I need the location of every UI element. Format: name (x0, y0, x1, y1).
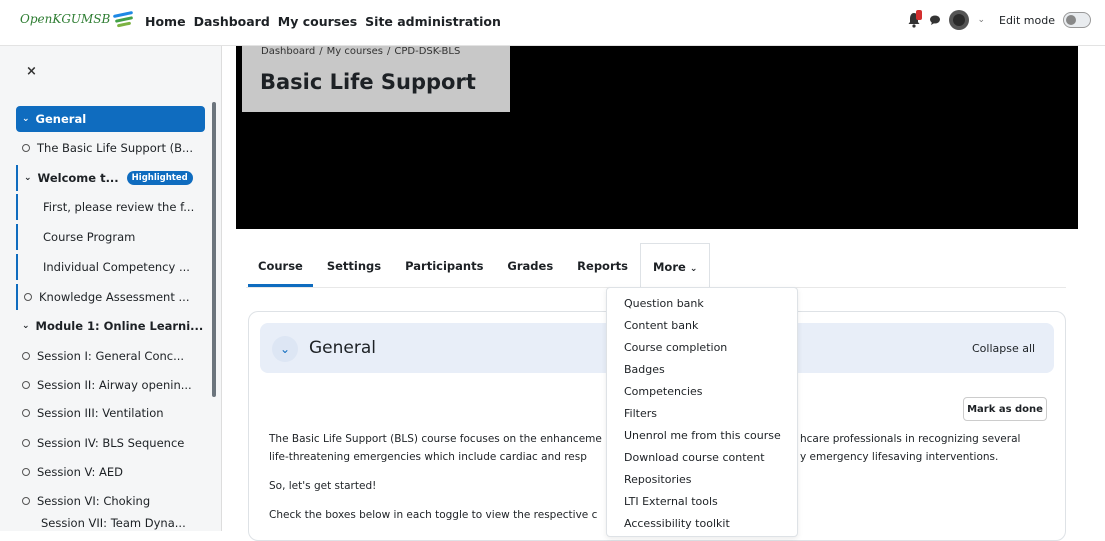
index-activity-label: Session I: General Conc... (37, 349, 185, 363)
user-avatar[interactable] (949, 10, 970, 30)
index-activity-course-program[interactable]: Course Program (16, 224, 205, 250)
nav-dashboard[interactable]: Dashboard (194, 14, 270, 29)
index-activity-knowledge-assessment[interactable]: Knowledge Assessment ... (16, 284, 205, 310)
brand-name: OpenKGUMSB (20, 12, 111, 26)
index-activity-session-4[interactable]: Session IV: BLS Sequence (16, 430, 205, 456)
index-section-welcome[interactable]: ⌄ Welcome t... Highlighted (16, 165, 205, 191)
primary-nav: Home Dashboard My courses Site administr… (145, 14, 501, 29)
index-activity-label: Session V: AED (37, 465, 123, 479)
breadcrumb: Dashboard / My courses / CPD-DSK-BLS (261, 46, 460, 57)
index-activity-session-5[interactable]: Session V: AED (16, 459, 205, 485)
menu-item-lti-external-tools[interactable]: LTI External tools (624, 495, 718, 508)
index-activity-bls-intro[interactable]: The Basic Life Support (B... (16, 135, 205, 161)
mark-as-done-button[interactable]: Mark as done (963, 397, 1047, 421)
index-activity-session-6[interactable]: Session VI: Choking (16, 488, 205, 514)
menu-item-question-bank[interactable]: Question bank (624, 297, 704, 310)
completion-circle-icon (22, 381, 30, 389)
index-activity-session-7[interactable]: Session VII: Team Dyna... (16, 516, 205, 531)
tab-more-label: More (652, 260, 686, 274)
index-activity-label: Course Program (43, 230, 136, 244)
menu-item-accessibility-toolkit[interactable]: Accessibility toolkit (624, 517, 730, 530)
nav-my-courses[interactable]: My courses (278, 14, 357, 29)
index-section-label: Welcome t... (37, 171, 119, 185)
index-activity-label: Session III: Ventilation (37, 406, 164, 420)
index-section-label: General (35, 112, 87, 126)
nav-site-administration[interactable]: Site administration (365, 14, 501, 29)
site-logo[interactable]: OpenKGUMSB (20, 10, 135, 28)
menu-item-download-content[interactable]: Download course content (624, 451, 765, 464)
chevron-down-icon: ⌄ (22, 114, 30, 124)
completion-circle-icon (24, 293, 32, 301)
index-section-label: Module 1: Online Learni... (35, 319, 204, 333)
index-activity-session-1[interactable]: Session I: General Conc... (16, 343, 205, 369)
section-summary-text: So, let's get started! (269, 480, 377, 492)
index-activity-label: Session II: Airway openin... (37, 378, 192, 392)
page-title: Basic Life Support (260, 70, 476, 94)
highlighted-badge: Highlighted (126, 171, 193, 185)
menu-item-repositories[interactable]: Repositories (624, 473, 692, 486)
collapse-all-link[interactable]: Collapse all (972, 342, 1035, 355)
tab-grades[interactable]: Grades (495, 243, 565, 287)
menu-item-content-bank[interactable]: Content bank (624, 319, 698, 332)
index-activity-label: Session VI: Choking (37, 494, 151, 508)
menu-item-filters[interactable]: Filters (624, 407, 657, 420)
index-activity-label: Session VII: Team Dyna... (41, 516, 186, 530)
section-summary-text: The Basic Life Support (BLS) course focu… (269, 433, 602, 445)
index-activity-label: Session IV: BLS Sequence (37, 436, 185, 450)
section-collapse-chevron-icon[interactable]: ⌄ (272, 336, 298, 362)
index-activity-competency[interactable]: Individual Competency ... (16, 254, 205, 280)
chevron-down-icon: ⌄ (22, 321, 30, 331)
chevron-down-icon: ⌄ (689, 264, 698, 274)
index-section-general[interactable]: ⌄ General (16, 106, 205, 132)
menu-item-unenrol[interactable]: Unenrol me from this course (624, 429, 781, 442)
sidebar-scrollbar[interactable] (212, 102, 216, 397)
tab-settings[interactable]: Settings (315, 243, 393, 287)
menu-item-course-completion[interactable]: Course completion (624, 341, 727, 354)
close-drawer-icon[interactable]: × (26, 64, 37, 79)
section-summary-text: y emergency lifesaving interventions. (800, 451, 999, 463)
index-activity-label: First, please review the f... (43, 200, 195, 214)
tab-participants[interactable]: Participants (393, 243, 495, 287)
nav-home[interactable]: Home (145, 14, 186, 29)
index-activity-session-2[interactable]: Session II: Airway openin... (16, 372, 205, 398)
messages-icon[interactable] (929, 14, 941, 26)
tab-more[interactable]: More ⌄ (639, 243, 711, 287)
breadcrumb-my-courses[interactable]: My courses (327, 46, 383, 57)
section-summary-text: Check the boxes below in each toggle to … (269, 509, 598, 521)
index-section-module-1[interactable]: ⌄ Module 1: Online Learni... (16, 313, 205, 339)
index-activity-review[interactable]: First, please review the f... (16, 194, 205, 220)
course-secondary-nav: Course Settings Participants Grades Repo… (246, 243, 711, 287)
menu-item-badges[interactable]: Badges (624, 363, 665, 376)
breadcrumb-dashboard[interactable]: Dashboard (261, 46, 315, 57)
completion-circle-icon (22, 497, 30, 505)
section-title: General (309, 338, 376, 358)
index-activity-label: The Basic Life Support (B... (37, 141, 193, 155)
index-activity-label: Knowledge Assessment ... (39, 290, 190, 304)
notification-badge (916, 10, 923, 20)
section-summary-text: life-threatening emergencies which inclu… (269, 451, 587, 463)
tab-course[interactable]: Course (246, 243, 315, 287)
chevron-down-icon: ⌄ (24, 173, 32, 183)
completion-circle-icon (22, 439, 30, 447)
tab-reports[interactable]: Reports (565, 243, 640, 287)
user-controls: ⌄ Edit mode (907, 10, 1091, 30)
breadcrumb-course[interactable]: CPD-DSK-BLS (394, 46, 460, 57)
top-navbar: OpenKGUMSB Home Dashboard My courses Sit… (0, 0, 1105, 46)
edit-mode-label: Edit mode (999, 13, 1055, 27)
completion-circle-icon (22, 144, 30, 152)
edit-mode-toggle[interactable] (1063, 12, 1091, 28)
breadcrumb-separator: / (319, 46, 323, 57)
index-activity-label: Individual Competency ... (43, 260, 190, 274)
section-summary-text: hcare professionals in recognizing sever… (800, 433, 1021, 445)
notifications-bell-icon[interactable] (907, 10, 923, 28)
menu-item-competencies[interactable]: Competencies (624, 385, 703, 398)
user-menu-chevron-down-icon[interactable]: ⌄ (977, 15, 985, 25)
completion-circle-icon (22, 409, 30, 417)
logo-mark-icon (113, 10, 135, 28)
completion-circle-icon (22, 468, 30, 476)
breadcrumb-separator: / (387, 46, 391, 57)
index-activity-session-3[interactable]: Session III: Ventilation (16, 400, 205, 426)
completion-circle-icon (22, 352, 30, 360)
